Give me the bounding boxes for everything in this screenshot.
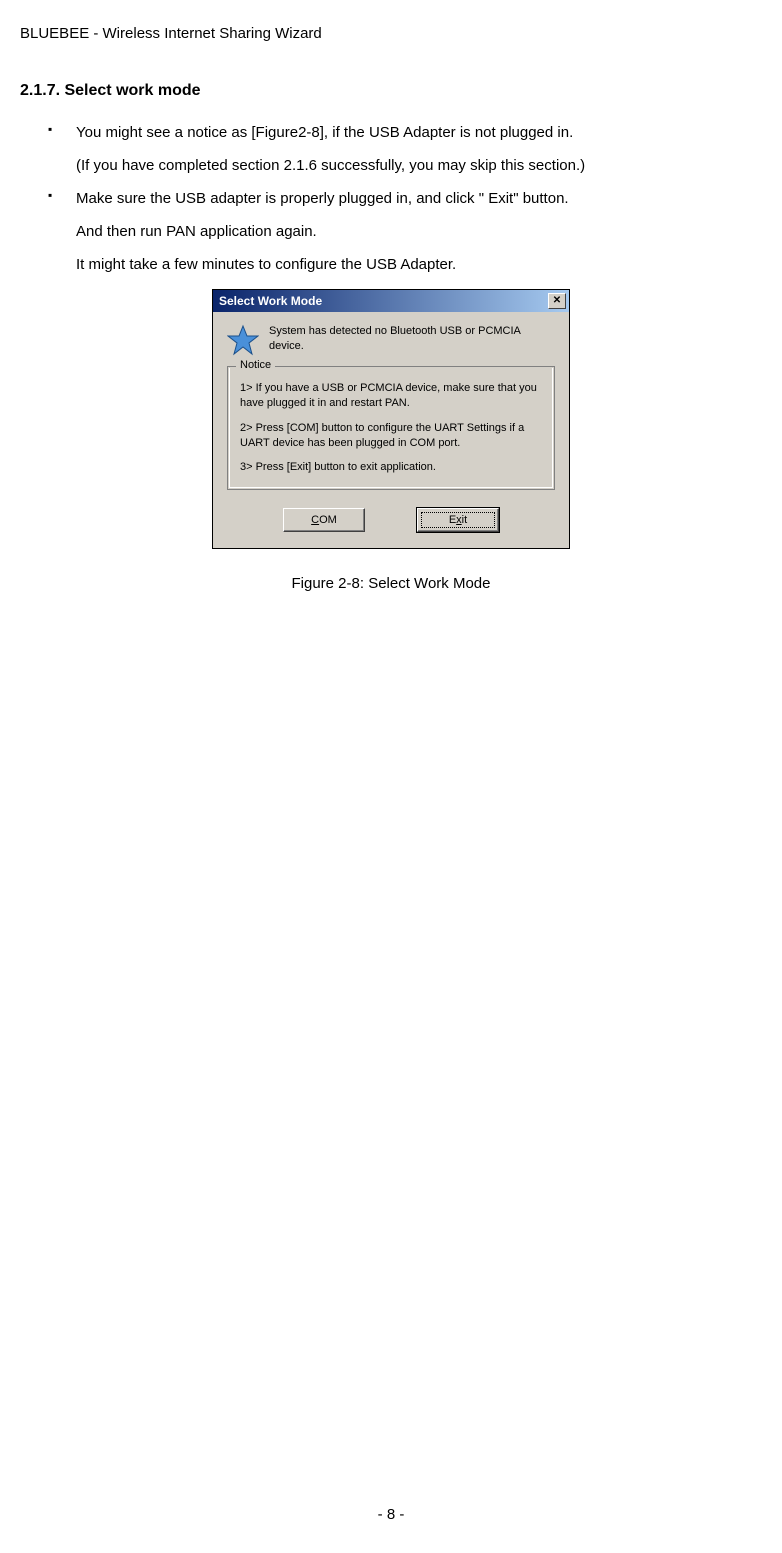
notice-fieldset: Notice 1> If you have a USB or PCMCIA de… bbox=[227, 366, 555, 490]
sub-line: It might take a few minutes to configure… bbox=[76, 248, 782, 281]
button-label-post: OM bbox=[319, 514, 337, 526]
close-icon: ✕ bbox=[553, 296, 561, 306]
notice-item: 3> Press [Exit] button to exit applicati… bbox=[240, 460, 542, 475]
exit-button[interactable]: Exit bbox=[417, 508, 499, 532]
section-title: 2.1.7. Select work mode bbox=[20, 82, 782, 100]
dialog-message-text: System has detected no Bluetooth USB or … bbox=[269, 324, 555, 354]
bullet-list: You might see a notice as [Figure2-8], i… bbox=[48, 116, 782, 149]
button-label-post: it bbox=[462, 514, 468, 526]
button-label-ul: C bbox=[311, 514, 319, 526]
dialog-body: System has detected no Bluetooth USB or … bbox=[213, 312, 569, 548]
list-item: You might see a notice as [Figure2-8], i… bbox=[48, 116, 782, 149]
notice-item: 2> Press [COM] button to configure the U… bbox=[240, 421, 542, 451]
com-button[interactable]: COM bbox=[283, 508, 365, 532]
fieldset-legend: Notice bbox=[236, 359, 275, 371]
figure-caption: Figure 2-8: Select Work Mode bbox=[0, 575, 782, 592]
sub-line: And then run PAN application again. bbox=[76, 215, 782, 248]
list-item: Make sure the USB adapter is properly pl… bbox=[48, 182, 782, 215]
page-number: - 8 - bbox=[0, 1506, 782, 1523]
sub-line: (If you have completed section 2.1.6 suc… bbox=[76, 149, 782, 182]
dialog-titlebar: Select Work Mode ✕ bbox=[213, 290, 569, 312]
dialog-container: Select Work Mode ✕ System has detected n… bbox=[0, 289, 782, 549]
dialog-title: Select Work Mode bbox=[219, 294, 322, 308]
dialog-message-row: System has detected no Bluetooth USB or … bbox=[227, 324, 555, 356]
select-work-mode-dialog: Select Work Mode ✕ System has detected n… bbox=[212, 289, 570, 549]
star-icon bbox=[227, 324, 259, 356]
dialog-button-row: COM Exit bbox=[227, 508, 555, 532]
notice-item: 1> If you have a USB or PCMCIA device, m… bbox=[240, 381, 542, 411]
doc-header: BLUEBEE - Wireless Internet Sharing Wiza… bbox=[20, 25, 782, 42]
close-button[interactable]: ✕ bbox=[548, 293, 566, 309]
bullet-list: Make sure the USB adapter is properly pl… bbox=[48, 182, 782, 215]
